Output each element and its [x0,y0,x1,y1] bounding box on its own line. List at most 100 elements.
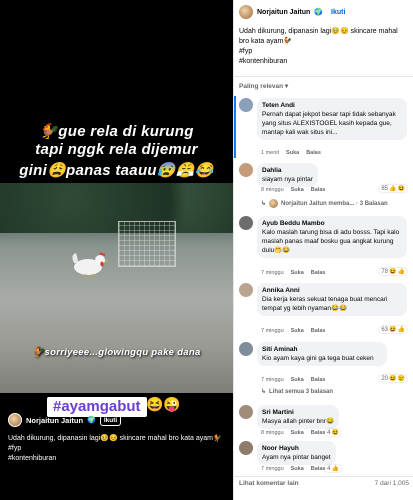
post-author-avatar[interactable] [239,5,253,19]
reaction-number: 20 [381,375,389,382]
chicken-image [72,252,109,279]
comment-reply-button[interactable]: Balas [311,377,326,383]
comment-text: siayam nya pintar [262,176,313,183]
comment-bubble: Noor Hayuh Ayam nya pintar banget [257,441,336,465]
post-tag-kontenhiburan[interactable]: #kontenhiburan [239,57,409,67]
video-tag-kontenhiburan[interactable]: #kontenhiburan [8,454,228,464]
comment-meta: 8 minggu Suka Balas [261,187,325,193]
reaction-number: 4 [327,465,331,472]
like-icon: 👍 [389,186,397,192]
view-replies-link[interactable]: ↳ Lihat semua 3 balasan [261,388,334,396]
reaction-count[interactable]: 20 😆 😢 [379,375,407,382]
comment-count: 7 dari 1.005 [374,480,409,487]
video-frame [0,183,233,393]
comment-avatar[interactable] [239,163,253,177]
video-info: Norjaitun Jaitun 🌍 Ikuti Udah dikurung, … [8,412,228,464]
post-description-text: Udah dikurung, dipanasin lagi🥹😣 skincare… [239,28,398,45]
video-follow-button[interactable]: Ikuti [99,414,122,426]
comment-bubble: Dahlia siayam nya pintar [257,163,318,187]
reply-arrow-icon: ↳ [261,201,267,207]
video-caption-line2: tapi nggk rela dijemur [35,141,198,158]
highlight-bar [234,96,236,158]
comment-author[interactable]: Teten Andi [262,101,402,110]
video-caption-line1: 🐓gue rela di kurung [39,123,194,140]
reaction-number: 4 [327,429,331,436]
comment-reply-button[interactable]: Balas [311,430,326,436]
reaction-count[interactable]: 4 👍 [325,465,341,472]
comment-time[interactable]: 1 menit [261,150,279,156]
comment-text: Ayam nya pintar banget [262,454,331,461]
comment-like-button[interactable]: Suka [291,377,304,383]
laugh-icon: 😆 [389,269,397,275]
reaction-count[interactable]: 63 😆 👍 [379,326,407,333]
video-tag-fyp[interactable]: #fyp [8,444,228,454]
comment-like-button[interactable]: Suka [286,150,299,156]
comment-avatar[interactable] [239,216,253,230]
comment-time[interactable]: 7 minggu [261,270,284,276]
post-follow-button[interactable]: Ikuti [331,9,345,16]
comment-avatar[interactable] [239,342,253,356]
comment-author[interactable]: Annika Anni [262,286,402,295]
post-tag-fyp[interactable]: #fyp [239,47,409,57]
comment-avatar[interactable] [239,283,253,297]
comment-like-button[interactable]: Suka [291,328,304,334]
reaction-count[interactable]: 4 😆 [325,429,341,436]
comment-reply-button[interactable]: Balas [311,466,326,472]
reaction-number: 78 [381,268,389,275]
reply-arrow-icon: ↳ [261,389,267,395]
post-author-name[interactable]: Norjaitun Jaitun [257,9,310,16]
comment-meta: 1 menit Suka Balas [261,150,321,156]
comment-meta: 7 minggu Suka Balas [261,466,325,472]
globe-icon: 🌍 [87,417,96,424]
comment-time[interactable]: 7 minggu [261,328,284,334]
comments-footer: Lihat komentar lain 7 dari 1.005 [239,480,409,487]
sort-dropdown[interactable]: Paling relevan ▾ [239,82,288,90]
reply-thread-text: Lihat semua 3 balasan [269,388,334,395]
comment-meta: 8 minggu Suka Balas [261,430,325,436]
comment-bubble: Annika Anni Dia kerja keras sekuat tenag… [257,283,407,316]
video-caption-line3: gini😩panas taauu😰😤😂 [19,162,214,179]
comment-like-button[interactable]: Suka [291,466,304,472]
comment-time[interactable]: 7 minggu [261,466,284,472]
root: 🐓gue rela di kurung tapi nggk rela dijem… [0,0,413,500]
comment-author[interactable]: Dahlia [262,166,313,175]
video-author-avatar[interactable] [8,413,22,427]
comment-avatar[interactable] [239,98,253,112]
comment-author[interactable]: Sri Martini [262,408,334,417]
comment-time[interactable]: 8 minggu [261,430,284,436]
comment-text: Kio ayam kaya gini ga tega buat ceken [262,355,374,362]
laugh-icon: 😆 [331,430,339,436]
video-player[interactable]: 🐓gue rela di kurung tapi nggk rela dijem… [0,0,233,500]
comment-like-button[interactable]: Suka [291,270,304,276]
comment-avatar[interactable] [239,441,253,455]
like-icon: 👍 [397,269,405,275]
comment-reply-button[interactable]: Balas [311,187,326,193]
comment-text: Pernah dapat jekpot besar tapi tidak seb… [262,111,396,136]
tree-background [0,183,233,233]
video-author-name[interactable]: Norjaitun Jaitun [26,416,83,425]
comment-reply-button[interactable]: Balas [311,270,326,276]
like-icon: 👍 [331,466,339,472]
comment-author[interactable]: Siti Aminah [262,345,382,354]
comment-author[interactable]: Noor Hayuh [262,444,331,453]
comment-text: Kalo maslah tarung bisa di adu bosss. Ta… [262,229,400,254]
reaction-count[interactable]: 78 😆 👍 [379,268,407,275]
reaction-count[interactable]: 85 👍 😆 [379,185,407,192]
comment-meta: 7 minggu Suka Balas [261,270,325,276]
comment-author[interactable]: Ayub Beddu Mambo [262,219,402,228]
comment-reply-button[interactable]: Balas [311,328,326,334]
comment-avatar[interactable] [239,405,253,419]
view-more-comments-button[interactable]: Lihat komentar lain [239,480,299,487]
comment-time[interactable]: 7 minggu [261,377,284,383]
comment-like-button[interactable]: Suka [291,187,304,193]
comments-panel: Norjaitun Jaitun 🌍 Ikuti Udah dikurung, … [233,0,413,500]
reaction-number: 63 [381,326,389,333]
laugh-icon: 😆 [389,327,397,333]
comment-reply-button[interactable]: Balas [306,150,321,156]
post-description: Udah dikurung, dipanasin lagi🥹😣 skincare… [239,27,409,67]
post-header: Norjaitun Jaitun 🌍 Ikuti [239,4,345,20]
comment-bubble: Siti Aminah Kio ayam kaya gini ga tega b… [257,342,387,366]
comment-like-button[interactable]: Suka [291,430,304,436]
comment-time[interactable]: 8 minggu [261,187,284,193]
reply-thread-link[interactable]: ↳ Norjaitun Jaitun memba... · 3 Balasan [261,199,388,208]
